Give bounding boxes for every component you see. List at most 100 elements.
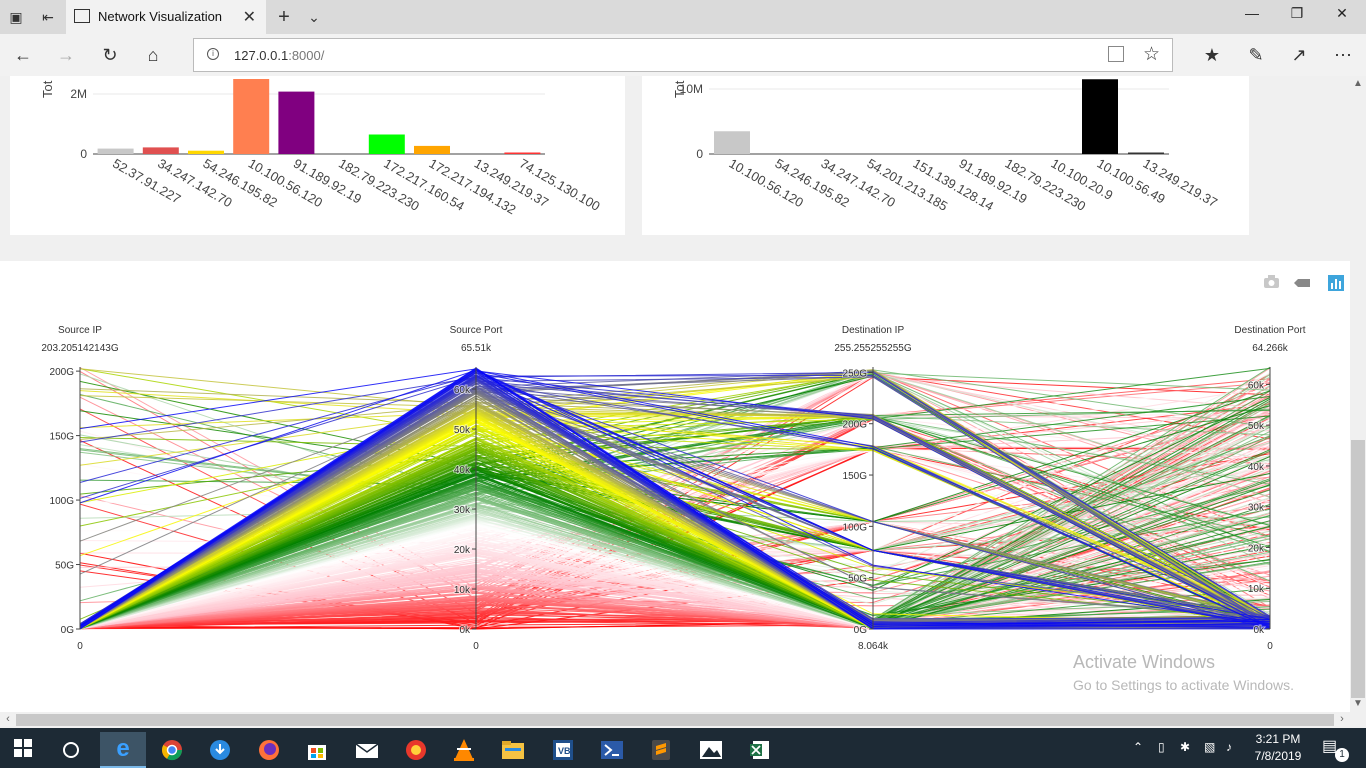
favorites-hub-icon[interactable]: ★ bbox=[1199, 43, 1225, 67]
axis-title: Destination Port bbox=[1234, 325, 1305, 336]
modebar bbox=[1262, 273, 1348, 293]
share-icon[interactable]: ↗ bbox=[1286, 43, 1312, 67]
notification-count-badge: 1 bbox=[1335, 748, 1349, 762]
tab-network-visualization[interactable]: Network Visualization ✕ bbox=[66, 0, 266, 34]
photos-icon[interactable] bbox=[688, 732, 734, 768]
axis-tick-label: 40k bbox=[454, 465, 471, 476]
bar[interactable] bbox=[414, 145, 450, 154]
y-axis-label: Tot bbox=[672, 80, 687, 98]
restore-button[interactable]: ❐ bbox=[1277, 5, 1317, 22]
wifi-icon[interactable]: ✱ bbox=[1180, 740, 1190, 754]
axis-bottom-value: 0 bbox=[77, 641, 83, 652]
bar[interactable] bbox=[368, 134, 405, 155]
tab-actions-icon[interactable]: ▣ bbox=[6, 7, 26, 27]
scroll-right-icon[interactable]: › bbox=[1334, 713, 1350, 725]
scroll-down-icon[interactable]: ▼ bbox=[1350, 698, 1366, 709]
excel-icon[interactable] bbox=[737, 732, 783, 768]
sublime-text-icon[interactable] bbox=[638, 732, 684, 768]
show-hidden-icons-icon[interactable]: ⌃ bbox=[1133, 740, 1143, 754]
axis-tick-label: 50k bbox=[454, 425, 471, 436]
battery-icon[interactable]: ▧ bbox=[1204, 740, 1215, 754]
close-tab-icon[interactable]: ✕ bbox=[243, 7, 256, 27]
search-cortana-icon[interactable] bbox=[48, 732, 94, 768]
home-icon[interactable]: ⌂ bbox=[140, 43, 166, 67]
bar[interactable] bbox=[97, 148, 134, 154]
visual-basic-icon[interactable]: VB bbox=[540, 732, 586, 768]
scroll-left-icon[interactable]: ‹ bbox=[0, 713, 16, 725]
camera-icon[interactable] bbox=[1264, 275, 1279, 288]
bar-chart-card-2: 10M 0 Tot 10.100.56.120 54.246.195.82 34.247.… bbox=[642, 76, 1249, 235]
bar[interactable] bbox=[504, 152, 541, 155]
powershell-icon[interactable] bbox=[589, 732, 635, 768]
volume-icon[interactable]: ♪ bbox=[1226, 740, 1232, 754]
axis-tick-label: 50G bbox=[848, 574, 867, 585]
axis-tick-label: 0k bbox=[459, 625, 471, 636]
more-icon[interactable]: ⋯ bbox=[1330, 43, 1356, 67]
vertical-scroll-thumb[interactable] bbox=[1351, 440, 1365, 698]
pen-icon[interactable]: ✎ bbox=[1243, 43, 1269, 67]
reading-view-icon[interactable] bbox=[1108, 46, 1124, 62]
chrome-icon[interactable] bbox=[149, 732, 195, 768]
windows-start-icon[interactable] bbox=[0, 728, 46, 768]
clock-date: 7/8/2019 bbox=[1254, 749, 1302, 763]
usb-device-icon[interactable]: ▯ bbox=[1158, 740, 1165, 754]
bar[interactable] bbox=[1128, 152, 1164, 155]
minimize-button[interactable]: — bbox=[1232, 5, 1272, 21]
file-explorer-icon[interactable] bbox=[490, 732, 536, 768]
vertical-scrollbar[interactable]: ▲ ▼ bbox=[1350, 76, 1366, 712]
edge-browser-icon[interactable]: e bbox=[100, 732, 146, 768]
axis-tick-label: 10k bbox=[454, 585, 471, 596]
scroll-up-icon[interactable]: ▲ bbox=[1350, 78, 1366, 89]
bar[interactable] bbox=[142, 147, 179, 154]
refresh-icon[interactable]: ↻ bbox=[97, 43, 123, 67]
axis-tick-label: 30k bbox=[1248, 503, 1265, 514]
address-bar[interactable]: i 127.0.0.1:8000/ ☆ bbox=[193, 38, 1173, 72]
axis-top-value: 255.255255255G bbox=[834, 343, 912, 354]
axis-bottom-value: 8.064k bbox=[858, 641, 889, 652]
set-tabs-aside-icon[interactable]: ⇤ bbox=[38, 7, 58, 27]
page-content: 2M 0 Tot 52.37.91.227 34.247.142.70 54.246.19… bbox=[0, 76, 1350, 712]
eraser-icon[interactable] bbox=[1294, 279, 1310, 287]
firefox-icon[interactable] bbox=[246, 732, 292, 768]
bar[interactable] bbox=[188, 150, 224, 154]
axis-tick-label: 40k bbox=[1248, 462, 1265, 473]
axis-tick-label: 150G bbox=[50, 432, 75, 443]
back-icon[interactable]: ← bbox=[10, 43, 36, 67]
url-host: 127.0.0.1 bbox=[234, 48, 289, 63]
axis-tick-label: 10k bbox=[1248, 584, 1265, 595]
bar[interactable] bbox=[278, 91, 315, 154]
axis-tick-label: 20k bbox=[1248, 543, 1265, 554]
clock[interactable]: 3:21 PM 7/8/2019 bbox=[1246, 731, 1310, 765]
store-icon[interactable] bbox=[294, 732, 340, 768]
watermark-line-2: Go to Settings to activate Windows. bbox=[1073, 677, 1294, 693]
horizontal-scrollbar[interactable]: ‹ › bbox=[0, 712, 1350, 728]
clock-time: 3:21 PM bbox=[1255, 732, 1301, 746]
axis-tick-label: 250G bbox=[843, 368, 868, 379]
favorite-star-icon[interactable]: ☆ bbox=[1143, 43, 1160, 66]
axis-tick-label: 60k bbox=[1248, 380, 1265, 391]
y-tick-label: 0 bbox=[80, 147, 87, 161]
axis-bottom-value: 0 bbox=[473, 641, 479, 652]
axis-top-value: 203.205142143G bbox=[41, 343, 119, 354]
modebar-icons bbox=[1264, 275, 1344, 291]
horizontal-scroll-thumb[interactable] bbox=[16, 714, 1334, 726]
y-tick-label: 2M bbox=[70, 87, 87, 101]
chevron-down-icon[interactable]: ⌄ bbox=[304, 7, 324, 27]
axis-tick-label: 0G bbox=[61, 625, 75, 636]
plotly-logo-icon[interactable] bbox=[1328, 275, 1344, 291]
downloads-icon[interactable] bbox=[197, 732, 243, 768]
axis-source-ip[interactable]: Source IP 203.205142143G 0 200G 150G 100G 50G 0… bbox=[41, 325, 119, 652]
site-info-icon[interactable]: i bbox=[207, 48, 219, 60]
bar[interactable] bbox=[1082, 79, 1118, 154]
bar[interactable] bbox=[233, 79, 270, 154]
firefox-nightly-icon[interactable] bbox=[393, 732, 439, 768]
vlc-icon[interactable] bbox=[441, 732, 487, 768]
activate-windows-watermark: Activate Windows Go to Settings to activ… bbox=[1073, 652, 1294, 693]
axis-top-value: 64.266k bbox=[1252, 343, 1289, 354]
watermark-line-1: Activate Windows bbox=[1073, 652, 1216, 672]
mail-icon[interactable] bbox=[344, 732, 390, 768]
forward-icon[interactable]: → bbox=[53, 43, 79, 67]
bar[interactable] bbox=[714, 131, 750, 154]
new-tab-icon[interactable]: + bbox=[274, 7, 294, 27]
close-window-button[interactable]: ✕ bbox=[1322, 5, 1362, 22]
